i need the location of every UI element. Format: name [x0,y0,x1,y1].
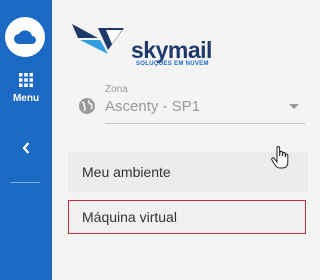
menu-button[interactable]: Menu [0,73,52,113]
cloud-icon [14,30,36,44]
nav-item-label: Máquina virtual [82,209,177,225]
nav-item-maquina-virtual[interactable]: Máquina virtual [68,200,306,234]
main-panel: skymail SOLUÇÕES EM NUVEM Zona Ascenty -… [52,0,308,280]
sidebar: Menu [0,0,52,280]
brand-name: skymail [131,37,212,63]
zone-selector[interactable]: Zona Ascenty - SP1 [76,82,308,126]
zone-underline [105,123,305,124]
zone-label: Zona [105,84,128,95]
hand-cursor-icon [271,146,289,169]
brand-tagline: SOLUÇÕES EM NUVEM [136,61,209,67]
cloud-logo[interactable] [5,17,45,57]
nav-item-label: Meu ambiente [82,164,171,180]
collapse-sidebar-button[interactable] [0,136,52,160]
globe-icon [79,98,95,114]
grid-icon [19,73,33,87]
menu-label: Menu [12,93,40,104]
brand-logo: skymail SOLUÇÕES EM NUVEM [72,24,212,67]
chevron-left-icon [22,142,30,154]
skymail-logo-mark [72,24,124,54]
zone-value[interactable]: Ascenty - SP1 [105,98,200,115]
dropdown-caret-icon[interactable] [289,104,299,109]
sidebar-divider [10,182,40,183]
